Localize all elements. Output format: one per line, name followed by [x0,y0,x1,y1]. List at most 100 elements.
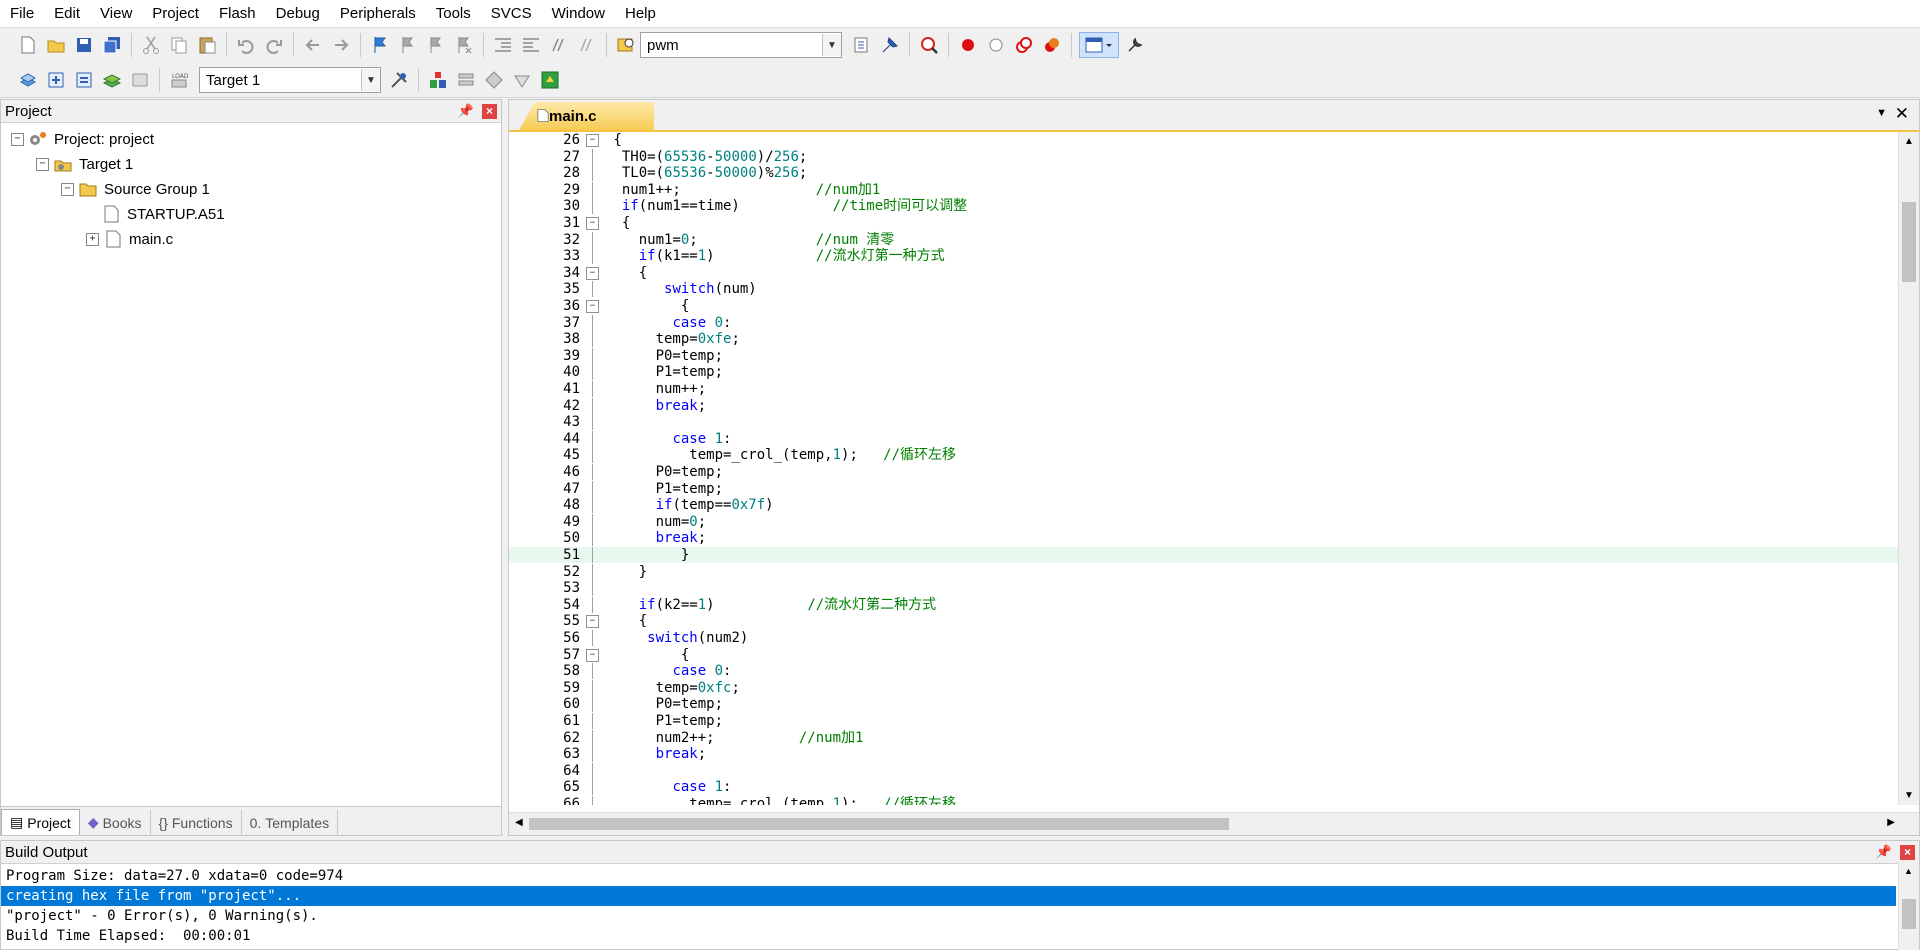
tree-item-startup-file[interactable]: STARTUP.A51 [101,202,225,226]
code-line[interactable]: 64 [509,762,1901,779]
code-line[interactable]: 37 case 0: [509,314,1901,331]
code-line[interactable]: 40 P1=temp; [509,364,1901,381]
close-icon[interactable]: × [1900,844,1915,860]
menu-debug[interactable]: Debug [266,0,330,27]
tab-list-icon[interactable]: ▼ [1876,107,1887,119]
uncomment-icon[interactable] [575,33,599,57]
horizontal-scrollbar[interactable]: ◀ ▶ [509,812,1919,835]
menu-svcs[interactable]: SVCS [481,0,542,27]
code-line[interactable]: 58 case 0: [509,663,1901,680]
code-line[interactable]: 59 temp=0xfc; [509,679,1901,696]
code-line[interactable]: 51 } [509,547,1901,563]
find-in-files-icon[interactable] [614,33,638,57]
save-icon[interactable] [72,33,96,57]
unindent-icon[interactable] [519,33,543,57]
pack-installer-icon[interactable] [510,68,534,92]
code-line[interactable]: 63 break; [509,746,1901,763]
code-line[interactable]: 26− { [509,132,1901,148]
fold-toggle-icon[interactable]: − [586,615,599,629]
indent-icon[interactable] [491,33,515,57]
translate-icon[interactable] [16,68,40,92]
pin-icon[interactable]: 📌 [458,103,474,119]
horizontal-scroll-thumb[interactable] [529,818,1229,830]
scroll-up-icon[interactable]: ▲ [1904,136,1914,147]
target-options-icon[interactable] [387,68,411,92]
manage-project-items-icon[interactable] [426,68,450,92]
scroll-up-icon[interactable]: ▲ [1904,866,1913,876]
close-icon[interactable]: ✕ [1895,104,1909,124]
find-combo[interactable]: pwm ▼ [640,32,842,58]
code-line[interactable]: 50 break; [509,530,1901,547]
menu-window[interactable]: Window [542,0,615,27]
code-line[interactable]: 57− { [509,647,1901,663]
code-line[interactable]: 52 } [509,563,1901,580]
clear-bookmarks-icon[interactable] [452,33,476,57]
start-debug-icon[interactable] [917,33,941,57]
menu-flash[interactable]: Flash [209,0,266,27]
undo-icon[interactable] [234,33,258,57]
collapse-icon[interactable]: − [36,157,49,171]
navigate-back-icon[interactable] [301,33,325,57]
code-line[interactable]: 66 temp=_crol_(temp,1); //循环左移 [509,796,1901,805]
code-line[interactable]: 42 break; [509,397,1901,414]
code-line[interactable]: 55− { [509,613,1901,629]
collapse-icon[interactable]: − [61,182,74,196]
build-icon[interactable] [44,68,68,92]
code-area[interactable]: 26− {27 TH0=(65536-50000)/256; 28 TL0=(65… [509,132,1901,805]
tree-item-main-c[interactable]: + main.c [86,227,173,251]
code-line[interactable]: 61 P1=temp; [509,713,1901,729]
debug-session-icon[interactable] [878,33,902,57]
pack-manager-icon[interactable] [538,68,562,92]
collapse-icon[interactable]: − [11,132,24,146]
vertical-scroll-thumb[interactable] [1902,202,1916,282]
save-all-icon[interactable] [100,33,124,57]
build-output-line[interactable]: Build Time Elapsed: 00:00:01 [6,926,250,946]
navigate-forward-icon[interactable] [329,33,353,57]
manage-rte-icon[interactable] [482,68,506,92]
redo-icon[interactable] [262,33,286,57]
tree-item-project[interactable]: − Project: project [11,127,154,151]
code-line[interactable]: 34− { [509,265,1901,281]
code-line[interactable]: 45 temp=_crol_(temp,1); //循环左移 [509,447,1901,464]
close-icon[interactable]: × [482,103,497,119]
chevron-down-icon[interactable]: ▼ [822,34,841,56]
open-file-icon[interactable] [44,33,68,57]
code-line[interactable]: 38 temp=0xfe; [509,331,1901,348]
scroll-right-icon[interactable]: ▶ [1887,817,1895,828]
code-line[interactable]: 43 [509,414,1901,431]
code-line[interactable]: 30 if(num1==time) //time时间可以调整 [509,198,1901,215]
scroll-left-icon[interactable]: ◀ [515,817,523,828]
download-icon[interactable]: LOAD [167,68,191,92]
tab-main-c[interactable]: main.c [519,102,654,130]
insert-breakpoint-icon[interactable] [956,33,980,57]
fold-toggle-icon[interactable]: − [586,217,599,230]
cut-icon[interactable] [139,33,163,57]
build-output-scrollbar[interactable]: ▲ [1898,863,1919,950]
code-line[interactable]: 53 [509,580,1901,597]
code-line[interactable]: 44 case 1: [509,430,1901,447]
code-line[interactable]: 60 P0=temp; [509,696,1901,713]
pin-icon[interactable]: 📌 [1876,844,1892,860]
menu-edit[interactable]: Edit [44,0,90,27]
vertical-scrollbar[interactable]: ▲ ▼ [1898,132,1919,805]
menu-file[interactable]: File [0,0,44,27]
code-line[interactable]: 56 switch(num2) [509,630,1901,646]
build-output-line[interactable]: Program Size: data=27.0 xdata=0 code=974 [6,866,343,886]
comment-icon[interactable] [547,33,571,57]
tree-item-source-group[interactable]: − Source Group 1 [61,177,210,201]
enable-breakpoint-icon[interactable] [984,33,1008,57]
window-layout-icon[interactable] [1079,32,1119,58]
menu-project[interactable]: Project [142,0,209,27]
fold-toggle-icon[interactable]: − [586,134,599,147]
code-line[interactable]: 32 num1=0; //num 清零 [509,231,1901,248]
code-line[interactable]: 39 P0=temp; [509,347,1901,364]
tab-functions[interactable]: {} Functions [151,810,242,835]
select-packs-icon[interactable] [454,68,478,92]
scroll-down-icon[interactable]: ▼ [1904,790,1914,801]
code-line[interactable]: 65 case 1: [509,779,1901,796]
code-line[interactable]: 54 if(k2==1) //流水灯第二种方式 [509,596,1901,613]
batch-build-icon[interactable] [100,68,124,92]
chevron-down-icon[interactable]: ▼ [361,69,380,91]
incremental-find-icon[interactable] [850,33,874,57]
build-output-scroll-thumb[interactable] [1902,899,1916,929]
